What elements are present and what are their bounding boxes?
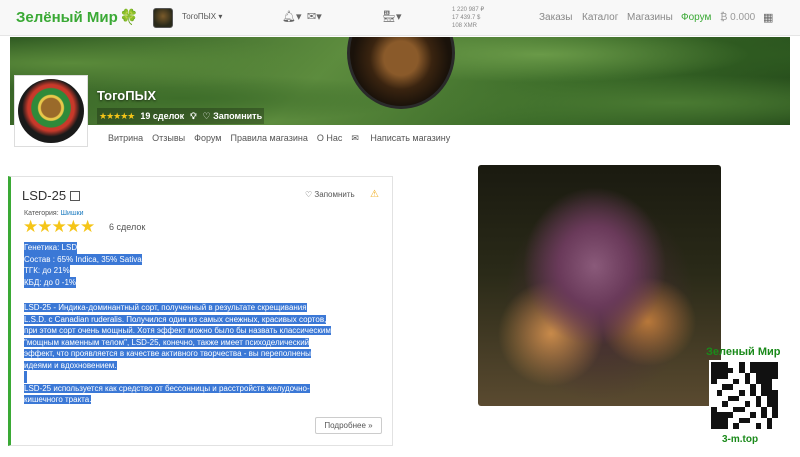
envelope-icon: ✉ bbox=[351, 133, 362, 143]
desc-line: "мощным каменным телом", LSD-25, конечно… bbox=[24, 337, 310, 347]
product-rating-stars: ★★★★★ bbox=[23, 217, 95, 236]
spec-genetics: Генетика: LSD bbox=[24, 242, 78, 254]
more-button[interactable]: Подробнее » bbox=[315, 417, 382, 434]
desc-line: идеями и вдохновением. bbox=[24, 360, 117, 370]
lightbulb-icon[interactable]: 💡︎ bbox=[190, 111, 196, 122]
shop-logo[interactable] bbox=[14, 75, 88, 147]
shop-deals-count: 19 сделок bbox=[140, 111, 185, 121]
user-menu[interactable]: ТогоПЫХ ▾ bbox=[182, 12, 222, 21]
product-photo[interactable] bbox=[478, 165, 721, 406]
mail-icon[interactable]: ✉▾ bbox=[307, 10, 322, 23]
calculator-icon[interactable]: ▦ bbox=[763, 11, 773, 24]
product-remember-label: Запомнить bbox=[314, 190, 355, 199]
shop-name: ТогоПЫХ bbox=[97, 88, 156, 103]
site-logo-text: Зелёный Мир bbox=[16, 9, 118, 26]
desc-blank-line bbox=[24, 371, 27, 383]
tab-write-shop-label: Написать магазину bbox=[370, 133, 451, 143]
menu-catalog[interactable]: Каталог bbox=[582, 12, 618, 23]
tab-reviews[interactable]: Отзывы bbox=[152, 133, 185, 144]
shop-rating-stars: ★★★★★ bbox=[99, 110, 135, 121]
product-title-text: LSD-25 bbox=[22, 188, 67, 203]
product-specs: Генетика: LSD Состав : 65% Indica, 35% S… bbox=[24, 242, 379, 288]
category-label: Категория: bbox=[24, 210, 59, 217]
category-link[interactable]: Шишки bbox=[61, 210, 84, 217]
wallet-balance[interactable]: ₿ 0.000 bbox=[720, 12, 755, 23]
rate-usd: 17 439.7 $ bbox=[452, 15, 481, 21]
desc-line: LSD-25 - Индика-доминантный сорт, получе… bbox=[24, 303, 307, 312]
compare-checkbox[interactable] bbox=[70, 191, 81, 201]
watermark-title: Зеленый Мир bbox=[706, 346, 781, 358]
rate-xmr: 108 XMR bbox=[452, 23, 478, 29]
desc-line: кишечного тракта. bbox=[24, 395, 92, 404]
desc-line: эффект, что проявляется в качестве актив… bbox=[24, 349, 311, 358]
product-deals-count: 6 сделок bbox=[109, 222, 146, 232]
product-card: LSD-25 ♡ Запомнить ⚠ Категория: Шишки ★★… bbox=[8, 176, 393, 446]
beaver-mascot-image bbox=[347, 37, 455, 109]
user-avatar[interactable] bbox=[153, 8, 173, 28]
watermark-url: 3-m.top bbox=[722, 434, 759, 445]
username: ТогоПЫХ bbox=[182, 12, 217, 21]
tab-rules[interactable]: Правила магазина bbox=[230, 133, 307, 144]
desc-line: L.S.D. с Canadian ruderalis. Получился о… bbox=[24, 314, 327, 324]
spec-thc: ТГК: до 21% bbox=[24, 265, 70, 277]
menu-forum[interactable]: Форум bbox=[681, 12, 711, 23]
top-navbar: Зелёный Мир 🍀 ТогоПЫХ ▾ 🔔︎▾ ✉▾ 🏪︎▾ 1 220 … bbox=[0, 0, 800, 36]
shop-info-bar: ★★★★★ 19 сделок 💡︎ ♡ Запомнить bbox=[97, 108, 265, 124]
tab-write-shop[interactable]: ✉ Написать магазину bbox=[351, 133, 459, 144]
shop-remember-button[interactable]: ♡ Запомнить bbox=[203, 111, 263, 122]
tab-forum[interactable]: Форум bbox=[194, 133, 221, 144]
product-description: LSD-25 - Индика-доминантный сорт, получе… bbox=[24, 302, 379, 406]
menu-shops[interactable]: Магазины bbox=[627, 12, 673, 23]
product-category: Категория: Шишки bbox=[24, 210, 84, 217]
menu-orders[interactable]: Заказы bbox=[539, 12, 572, 23]
chevron-down-icon: ▾ bbox=[218, 12, 223, 21]
site-logo[interactable]: Зелёный Мир 🍀 bbox=[16, 8, 138, 26]
qr-module bbox=[772, 423, 778, 429]
shop-remember-label: Запомнить bbox=[213, 110, 263, 121]
cannabis-leaf-icon: 🍀 bbox=[119, 9, 139, 26]
product-title: LSD-25 bbox=[22, 188, 81, 203]
exchange-rates: 1 220 987 ₽ 17 439.7 $ 108 XMR bbox=[452, 6, 484, 30]
spec-composition: Состав : 65% Indica, 35% Sativa bbox=[24, 253, 142, 265]
product-remember-button[interactable]: ♡ Запомнить bbox=[305, 190, 355, 199]
shop-tabs: Витрина Отзывы Форум Правила магазина О … bbox=[108, 133, 468, 144]
desc-line: LSD-25 используется как средство от бесс… bbox=[24, 383, 310, 393]
shop-logo-image bbox=[18, 79, 84, 143]
tab-showcase[interactable]: Витрина bbox=[108, 133, 143, 144]
desc-line: при этом сорт очень мощный. Хотя эффект … bbox=[24, 326, 331, 335]
tab-about[interactable]: О Нас bbox=[317, 133, 343, 144]
shop-icon[interactable]: 🏪︎▾ bbox=[382, 10, 402, 23]
spec-cbd: КБД: до 0 -1% bbox=[24, 276, 77, 288]
bell-icon[interactable]: 🔔︎▾ bbox=[282, 10, 302, 23]
heart-icon: ♡ bbox=[305, 190, 313, 199]
qr-code bbox=[709, 360, 780, 431]
rate-rub: 1 220 987 ₽ bbox=[452, 7, 485, 13]
warning-icon[interactable]: ⚠ bbox=[370, 189, 379, 200]
